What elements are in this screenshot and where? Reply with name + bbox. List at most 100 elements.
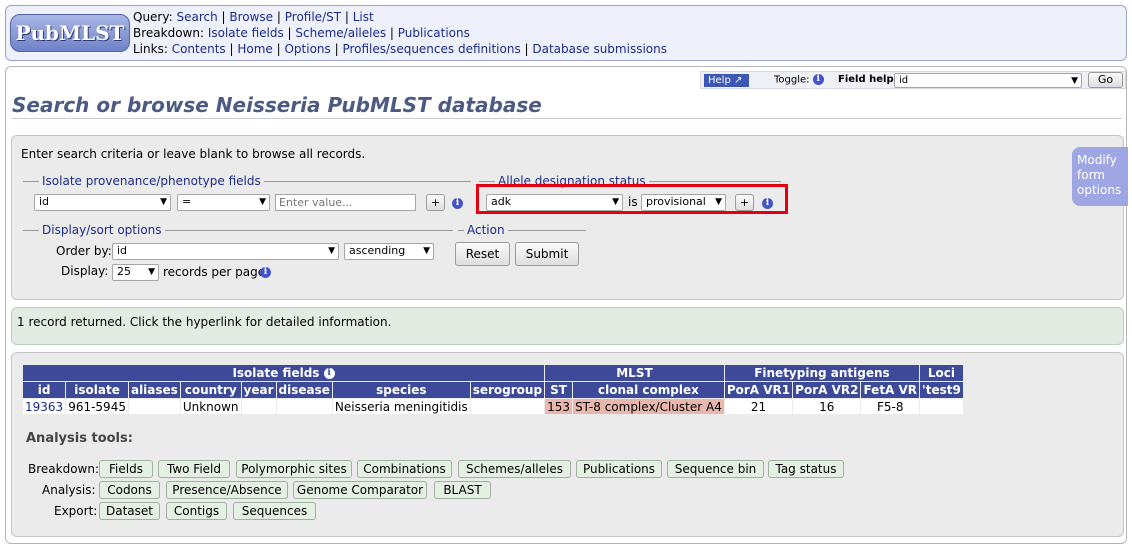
contigs-button[interactable]: Contigs xyxy=(166,502,227,520)
nav-options-link[interactable]: Options xyxy=(284,42,330,56)
display-sort-legend: Display/sort options xyxy=(39,223,165,237)
isolate-id-link[interactable]: 19363 xyxy=(25,400,63,414)
provenance-fieldset: Isolate provenance/phenotype fields xyxy=(23,174,471,188)
cell-species: Neisseria meningitidis xyxy=(331,398,471,415)
field-help-select[interactable]: id ▼ xyxy=(894,73,1082,88)
col-aliases[interactable]: aliases xyxy=(127,381,181,399)
col-disease[interactable]: disease xyxy=(275,381,333,399)
isolate-fields-group-header: Isolate fields i xyxy=(21,364,546,382)
dataset-button[interactable]: Dataset xyxy=(99,502,160,520)
reset-button[interactable]: Reset xyxy=(455,242,510,266)
pubmlst-logo[interactable]: PubMLST xyxy=(10,14,130,52)
table-group-header-row: Isolate fields i MLST Finetyping antigen… xyxy=(21,364,964,382)
nav-profiles-definitions-link[interactable]: Profiles/sequences definitions xyxy=(342,42,520,56)
col-pora-vr1[interactable]: PorA VR1 xyxy=(723,381,794,399)
presence-absence-button[interactable]: Presence/Absence xyxy=(166,481,288,499)
records-per-page-select[interactable]: 25 ▼ xyxy=(112,264,159,281)
provenance-field-value: id xyxy=(39,195,50,208)
order-by-value: id xyxy=(117,244,128,257)
order-direction-value: ascending xyxy=(349,244,406,257)
blast-button[interactable]: BLAST xyxy=(434,481,491,499)
chevron-down-icon: ▼ xyxy=(148,267,155,277)
col-clonal-complex[interactable]: clonal complex xyxy=(572,381,725,399)
help-toolbar: Help ↗ Toggle: i Field help: id ▼ Go xyxy=(700,71,1126,89)
analysis-row-label: Analysis: xyxy=(42,483,96,497)
help-button[interactable]: Help ↗ xyxy=(704,74,749,87)
toggle-info-icon[interactable]: i xyxy=(812,74,824,85)
results-panel: Isolate fields i MLST Finetyping antigen… xyxy=(11,352,1124,537)
col-pora-vr2[interactable]: PorA VR2 xyxy=(792,381,862,399)
publications-button[interactable]: Publications xyxy=(576,460,662,478)
cell-pora-vr2: 16 xyxy=(792,398,862,415)
toggle-control: Toggle: i xyxy=(774,74,824,86)
col-st[interactable]: ST xyxy=(544,381,574,399)
col-id[interactable]: id xyxy=(21,381,67,399)
links-line: Links: Contents | Home | Options | Profi… xyxy=(133,42,667,56)
allele-highlight-box xyxy=(476,184,788,214)
field-help-value: id xyxy=(899,75,909,86)
sequences-button[interactable]: Sequences xyxy=(233,502,316,520)
nav-profile-st-link[interactable]: Profile/ST xyxy=(285,10,341,24)
two-field-button[interactable]: Two Field xyxy=(158,460,230,478)
col-isolate[interactable]: isolate xyxy=(65,381,129,399)
nav-database-submissions-link[interactable]: Database submissions xyxy=(532,42,667,56)
combinations-button[interactable]: Combinations xyxy=(357,460,452,478)
breakdown-line: Breakdown: Isolate fields | Scheme/allel… xyxy=(133,26,470,40)
chevron-down-icon: ▼ xyxy=(259,197,266,207)
isolate-fields-info-icon[interactable]: i xyxy=(323,368,335,379)
nav-list-link[interactable]: List xyxy=(353,10,374,24)
toggle-label: Toggle: xyxy=(774,74,810,86)
provenance-operator-value: = xyxy=(182,195,192,208)
sequence-bin-button[interactable]: Sequence bin xyxy=(667,460,764,478)
codons-button[interactable]: Codons xyxy=(99,481,160,499)
cell-year xyxy=(240,398,277,415)
table-row: 19363 961-5945 Unknown Neisseria meningi… xyxy=(21,398,964,415)
chevron-down-icon: ▼ xyxy=(423,246,430,256)
col-country[interactable]: country xyxy=(179,381,242,399)
chevron-down-icon: ▼ xyxy=(328,246,335,256)
nav-browse-link[interactable]: Browse xyxy=(229,10,273,24)
cell-isolate: 961-5945 xyxy=(65,398,129,415)
display-info-icon[interactable]: i xyxy=(260,267,271,278)
cell-clonal-complex: ST-8 complex/Cluster A4 xyxy=(572,398,725,415)
modify-line-2: form xyxy=(1077,168,1105,182)
go-button[interactable]: Go xyxy=(1088,72,1123,88)
genome-comparator-button[interactable]: Genome Comparator xyxy=(293,481,427,499)
cell-id[interactable]: 19363 xyxy=(21,398,67,415)
nav-contents-link[interactable]: Contents xyxy=(172,42,226,56)
polymorphic-sites-button[interactable]: Polymorphic sites xyxy=(236,460,352,478)
nav-home-link[interactable]: Home xyxy=(237,42,272,56)
provenance-info-icon[interactable]: i xyxy=(452,198,463,209)
col-species[interactable]: species xyxy=(331,381,471,399)
records-per-page-value: 25 xyxy=(117,265,131,278)
provenance-value-input[interactable] xyxy=(275,194,416,211)
nav-scheme-alleles-link[interactable]: Scheme/alleles xyxy=(295,26,386,40)
cell-pora-vr1: 21 xyxy=(723,398,794,415)
nav-isolate-fields-link[interactable]: Isolate fields xyxy=(208,26,284,40)
schemes-alleles-button[interactable]: Schemes/alleles xyxy=(458,460,571,478)
provenance-operator-select[interactable]: = ▼ xyxy=(177,194,270,211)
cell-aliases xyxy=(127,398,181,415)
display-sort-fieldset: Display/sort options xyxy=(23,223,453,237)
finetyping-group-header: Finetyping antigens xyxy=(723,364,921,382)
links-label: Links: xyxy=(133,42,168,56)
order-direction-select[interactable]: ascending ▼ xyxy=(344,243,434,260)
order-by-select[interactable]: id ▼ xyxy=(112,243,339,260)
col-serogroup[interactable]: serogroup xyxy=(469,381,546,399)
chevron-down-icon: ▼ xyxy=(160,197,167,207)
col-year[interactable]: year xyxy=(240,381,277,399)
nav-search-link[interactable]: Search xyxy=(176,10,217,24)
col-test9[interactable]: 'test9 xyxy=(919,381,964,399)
modify-form-options-tab[interactable]: Modify form options xyxy=(1072,147,1128,206)
result-text: 1 record returned. Click the hyperlink f… xyxy=(17,315,392,329)
action-fieldset: Action xyxy=(458,223,586,237)
col-feta-vr[interactable]: FetA VR xyxy=(860,381,921,399)
analysis-tools-heading: Analysis tools: xyxy=(26,431,133,446)
fields-button[interactable]: Fields xyxy=(99,460,153,478)
tag-status-button[interactable]: Tag status xyxy=(768,460,844,478)
add-provenance-row-button[interactable]: + xyxy=(426,194,445,211)
submit-button[interactable]: Submit xyxy=(515,242,579,266)
provenance-field-select[interactable]: id ▼ xyxy=(34,194,171,211)
nav-publications-link[interactable]: Publications xyxy=(398,26,470,40)
isolate-fields-group-label: Isolate fields xyxy=(232,366,320,380)
